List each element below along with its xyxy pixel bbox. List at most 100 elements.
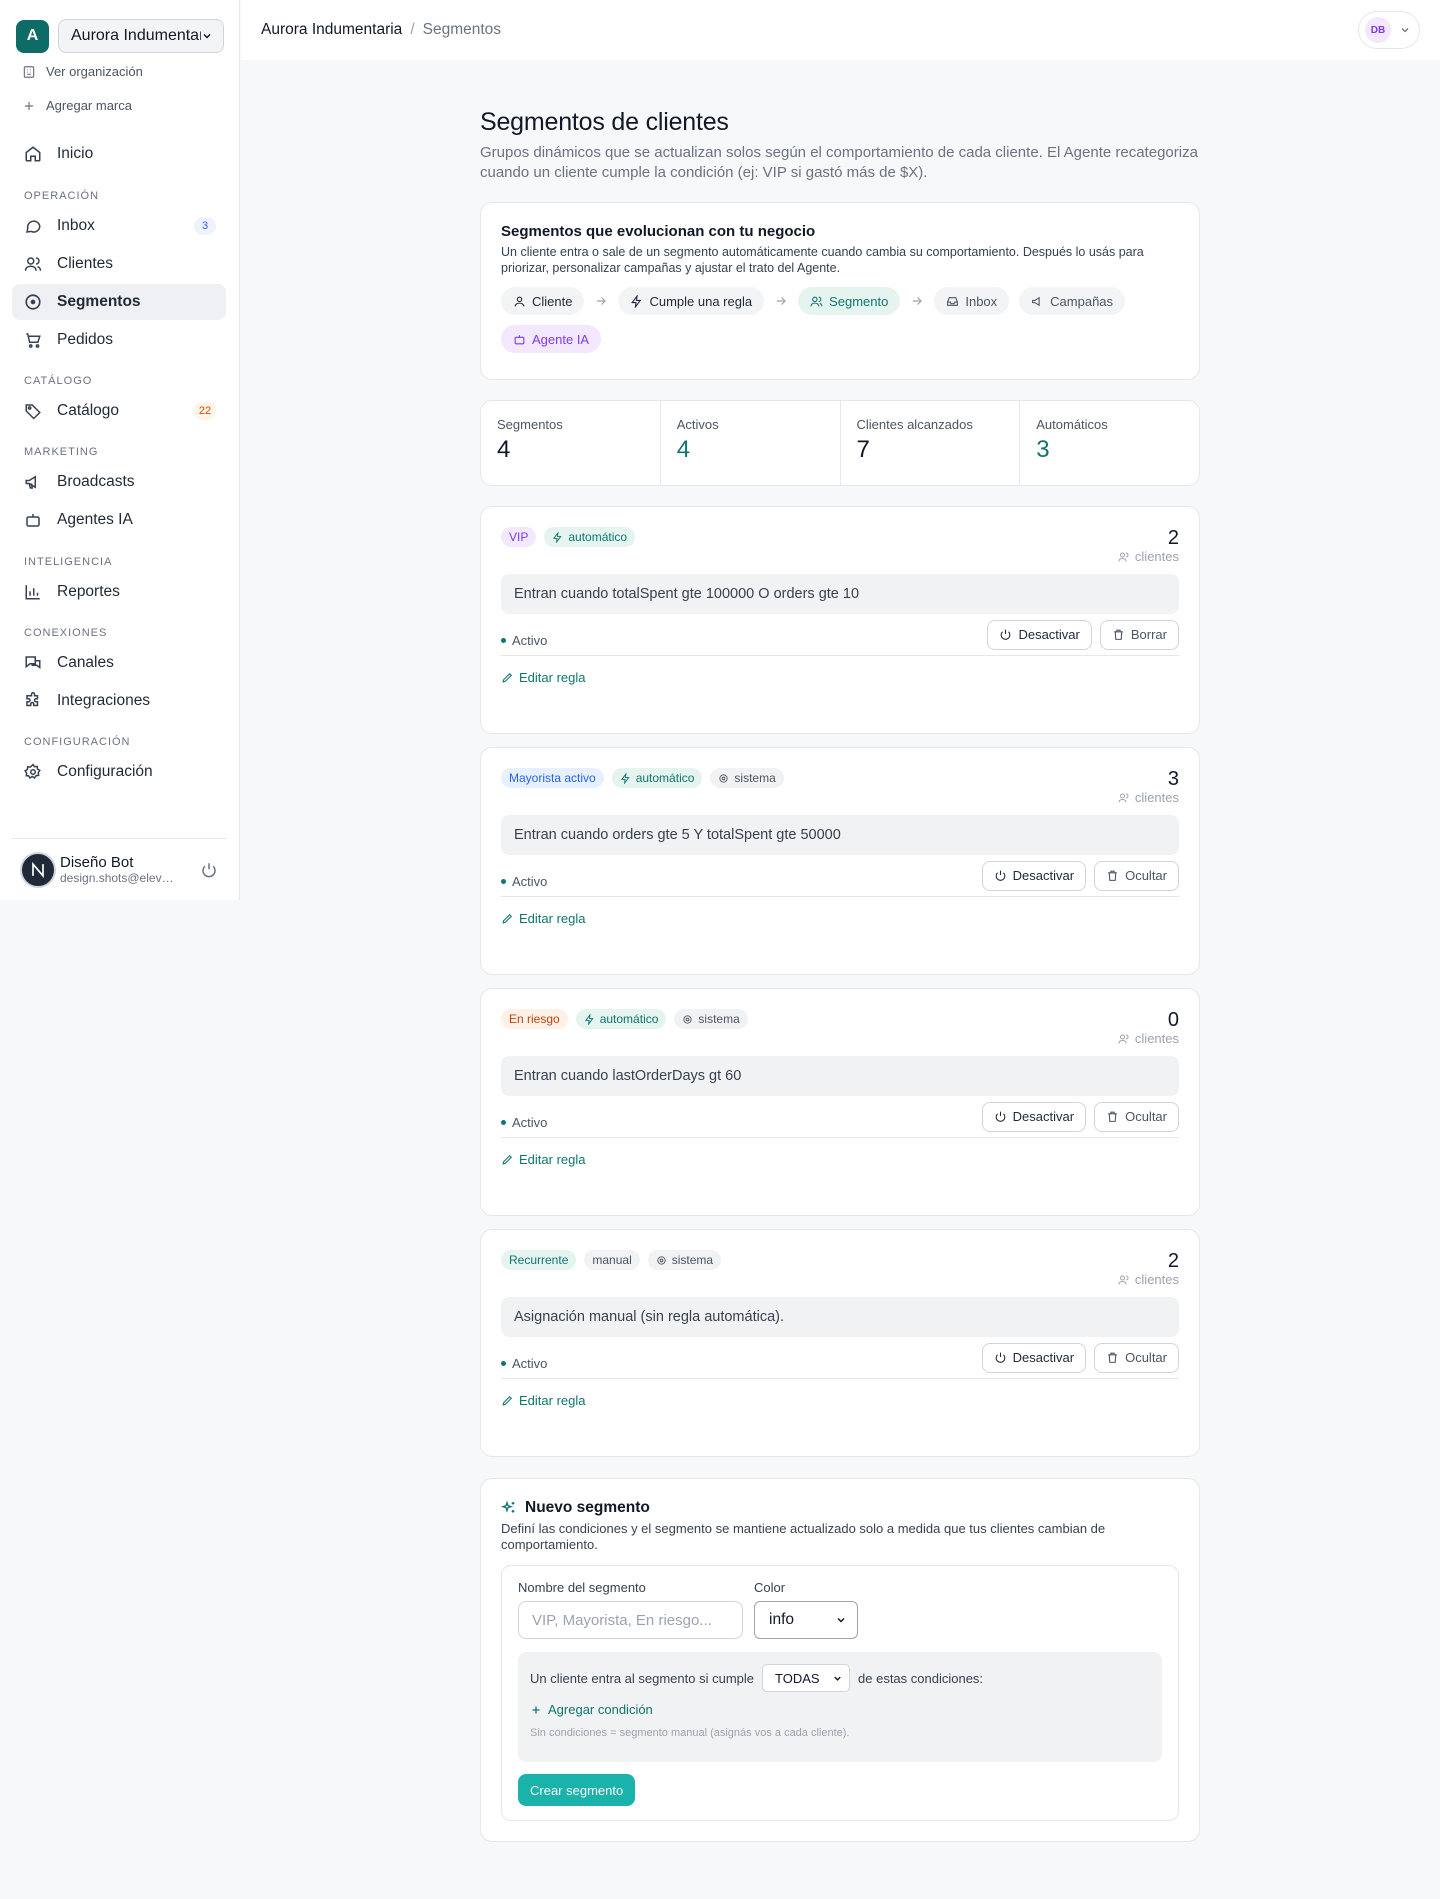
conditions-hint: Sin condiciones = segmento manual (asign… xyxy=(530,1727,850,1739)
chip-campanas: Campañas xyxy=(1019,287,1126,315)
sidebar-item-broadcasts[interactable]: Broadcasts xyxy=(12,464,226,500)
sidebar-item-clientes[interactable]: Clientes xyxy=(12,246,226,282)
stat-activos: Activos 4 xyxy=(661,401,841,485)
sidebar-item-pedidos[interactable]: Pedidos xyxy=(12,322,226,358)
users-icon xyxy=(1118,793,1129,803)
delete-button[interactable]: Borrar xyxy=(1099,619,1179,650)
megaphone-icon xyxy=(1032,296,1040,306)
topbar: Aurora Indumentaria / Segmentos DB xyxy=(241,0,1440,60)
flow-explainer-card: Segmentos que evolucionan con tu negocio… xyxy=(480,202,1200,380)
system-tag: sistema xyxy=(710,768,784,788)
deactivate-button[interactable]: Desactivar xyxy=(981,1101,1087,1132)
segment-name-input[interactable]: VIP, Mayorista, En riesgo... xyxy=(518,1601,743,1639)
sidebar-item-configuracion[interactable]: Configuración xyxy=(12,754,226,790)
flow-chips: Cliente Cumple una regla Segmento Inbox … xyxy=(501,287,1141,353)
segment-name-tag: En riesgo xyxy=(501,1009,568,1029)
segment-color-select[interactable]: info xyxy=(754,1601,858,1639)
deactivate-button[interactable]: Desactivar xyxy=(981,860,1087,891)
org-name: Aurora Indumentaria xyxy=(71,27,201,44)
pencil-icon xyxy=(502,672,513,683)
sidebar: A Aurora Indumentaria Ver organización A… xyxy=(0,0,240,900)
sidebar-item-agentes-ia[interactable]: Agentes IA xyxy=(12,502,226,538)
org-avatar: A xyxy=(16,19,49,53)
catalogo-count-badge: 22 xyxy=(194,402,216,420)
segment-card-en-riesgo: En riesgo automático sistema 0 clientes … xyxy=(480,988,1200,1216)
user-name: Diseño Bot xyxy=(60,854,134,871)
pencil-icon xyxy=(502,1154,513,1165)
condition-mode-select[interactable]: TODAS xyxy=(762,1664,851,1692)
status-badge: Activo xyxy=(501,874,974,889)
section-label-configuracion: CONFIGURACIÓN xyxy=(24,736,131,748)
gear-icon xyxy=(657,1255,666,1265)
hide-button[interactable]: Ocultar xyxy=(1094,1101,1179,1132)
segment-rule: Entran cuando orders gte 5 Y totalSpent … xyxy=(501,815,1179,855)
add-brand-link[interactable]: Agregar marca xyxy=(22,98,132,113)
users-icon xyxy=(1118,1034,1129,1044)
power-icon xyxy=(1001,629,1011,640)
segment-card-recurrente: Recurrente manual sistema 2 clientes Asi… xyxy=(480,1229,1200,1457)
sidebar-item-canales[interactable]: Canales xyxy=(12,645,226,681)
n-logo-icon xyxy=(32,861,44,878)
user-email: design.shots@eleva.app xyxy=(60,871,180,885)
segment-rule: Entran cuando lastOrderDays gt 60 xyxy=(501,1056,1179,1096)
bar-chart-icon xyxy=(25,585,40,600)
sidebar-item-inbox[interactable]: Inbox 3 xyxy=(12,208,226,244)
edit-rule-link[interactable]: Editar regla xyxy=(501,911,1179,926)
chip-agente-ia: Agente IA xyxy=(501,325,602,353)
sidebar-item-inicio[interactable]: Inicio xyxy=(12,136,226,172)
account-avatar: DB xyxy=(1365,17,1391,43)
trash-icon xyxy=(1114,629,1123,640)
view-organization-link[interactable]: Ver organización xyxy=(22,64,143,79)
user-card[interactable]: Diseño Bot design.shots@eleva.app xyxy=(12,838,226,888)
deactivate-button[interactable]: Desactivar xyxy=(981,1342,1087,1373)
home-icon xyxy=(25,146,41,162)
page-description: Grupos dinámicos que se actualizan solos… xyxy=(480,144,1198,181)
segment-rule: Entran cuando totalSpent gte 100000 O or… xyxy=(501,574,1179,614)
users-icon xyxy=(1118,552,1129,562)
inbox-count-badge: 3 xyxy=(194,217,216,235)
power-icon xyxy=(995,1111,1006,1122)
hide-button[interactable]: Ocultar xyxy=(1094,1342,1179,1373)
sidebar-item-reportes[interactable]: Reportes xyxy=(12,574,226,610)
trash-icon xyxy=(1108,1352,1117,1363)
target-icon xyxy=(25,294,41,310)
robot-icon xyxy=(26,514,40,527)
hide-button[interactable]: Ocultar xyxy=(1094,860,1179,891)
sidebar-item-segmentos[interactable]: Segmentos xyxy=(12,284,226,320)
org-select[interactable]: Aurora Indumentaria xyxy=(58,19,224,53)
new-segment-description: Definí las condiciones y el segmento se … xyxy=(501,1521,1106,1552)
deactivate-button[interactable]: Desactivar xyxy=(987,619,1092,650)
breadcrumb: Aurora Indumentaria / Segmentos xyxy=(261,21,501,39)
edit-rule-link[interactable]: Editar regla xyxy=(501,1152,1179,1167)
org-switcher: A Aurora Indumentaria xyxy=(16,19,224,53)
segment-card-vip: VIP automático 2 clientes Entran cuando … xyxy=(480,506,1200,734)
sidebar-item-catalogo[interactable]: Catálogo 22 xyxy=(12,393,226,429)
gear-icon xyxy=(683,1014,693,1024)
power-icon xyxy=(995,870,1006,881)
chip-cliente: Cliente xyxy=(501,287,585,315)
gear-icon xyxy=(24,763,41,780)
segment-name-label: Nombre del segmento xyxy=(518,1580,646,1595)
breadcrumb-separator: / xyxy=(410,21,415,38)
automatic-tag: automático xyxy=(575,1009,667,1029)
edit-rule-link[interactable]: Editar regla xyxy=(501,1393,1179,1408)
breadcrumb-org[interactable]: Aurora Indumentaria xyxy=(261,21,402,39)
logout-power-icon[interactable] xyxy=(200,861,218,879)
chevron-down-icon xyxy=(1401,28,1409,33)
section-label-operacion: OPERACIÓN xyxy=(24,190,100,202)
status-badge: Activo xyxy=(501,1356,974,1371)
member-count: 3 clientes xyxy=(1118,768,1179,805)
status-badge: Activo xyxy=(501,1115,974,1130)
edit-rule-link[interactable]: Editar regla xyxy=(501,670,1179,685)
member-count: 2 clientes xyxy=(1118,527,1179,564)
create-segment-button[interactable]: Crear segmento xyxy=(518,1774,636,1806)
sidebar-item-integraciones[interactable]: Integraciones xyxy=(12,683,226,719)
breadcrumb-current: Segmentos xyxy=(422,21,502,38)
automatic-tag: automático xyxy=(544,527,636,547)
add-condition-button[interactable]: Agregar condición xyxy=(530,1702,1150,1717)
account-menu-button[interactable]: DB xyxy=(1358,11,1420,49)
stat-clientes-alcanzados: Clientes alcanzados 7 xyxy=(841,401,1021,485)
section-label-inteligencia: INTELIGENCIA xyxy=(24,556,113,568)
gear-icon xyxy=(719,773,729,783)
section-label-marketing: MARKETING xyxy=(24,446,99,458)
